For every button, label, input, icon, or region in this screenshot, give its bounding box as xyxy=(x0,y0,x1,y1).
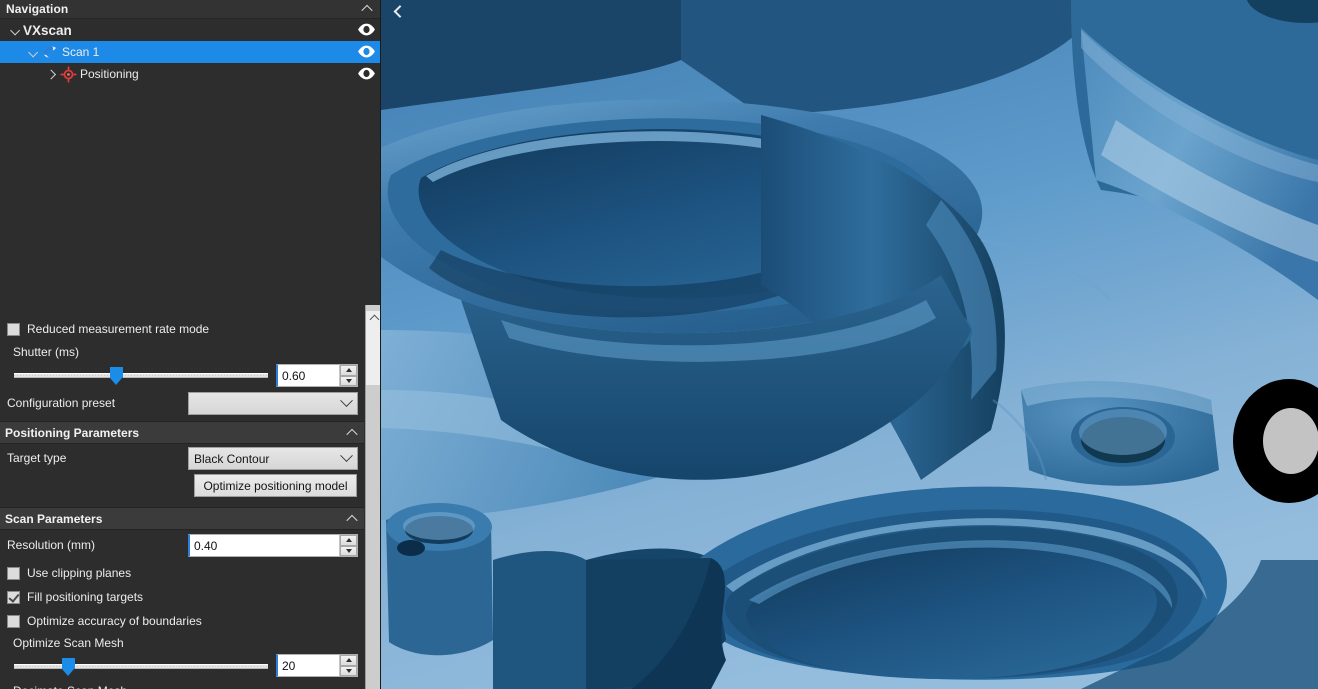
shutter-label: Shutter (ms) xyxy=(13,344,80,359)
optimize-scan-mesh-slider-handle[interactable] xyxy=(62,658,75,676)
resolution-step-down-button[interactable] xyxy=(340,545,357,556)
reduced-measurement-rate-checkbox[interactable] xyxy=(7,322,20,336)
optimize-scan-mesh-label: Optimize Scan Mesh xyxy=(13,636,124,650)
eye-icon[interactable] xyxy=(357,44,376,59)
optimize-accuracy-checkbox[interactable] xyxy=(7,614,20,628)
fill-positioning-targets-row[interactable]: Fill positioning targets xyxy=(0,585,364,609)
optimize-scan-mesh-slider-track[interactable] xyxy=(14,664,268,669)
parameters-content: Reduced measurement rate mode Shutter (m… xyxy=(0,305,364,689)
use-clipping-planes-checkbox[interactable] xyxy=(7,566,20,580)
chevron-down-icon[interactable] xyxy=(28,41,41,63)
shutter-stepper[interactable] xyxy=(339,365,357,386)
chevron-left-icon xyxy=(393,4,406,18)
optimize-positioning-row: Optimize positioning model xyxy=(0,474,364,507)
shutter-step-down-button[interactable] xyxy=(340,375,357,386)
chevron-down-icon[interactable] xyxy=(340,449,353,463)
configuration-preset-row: Configuration preset xyxy=(0,390,364,420)
tree-item-positioning[interactable]: Positioning xyxy=(0,63,380,85)
chevron-down-icon[interactable] xyxy=(10,19,23,41)
tree-item-scan-1-label: Scan 1 xyxy=(62,45,100,59)
shutter-step-up-button[interactable] xyxy=(340,365,357,376)
use-clipping-planes-label: Use clipping planes xyxy=(27,566,132,580)
navigation-header[interactable]: Navigation xyxy=(0,0,380,19)
vxelements-window: Navigation VXscan Scan 1 Positioning Red… xyxy=(0,0,1318,689)
positioning-parameters-header[interactable]: Positioning Parameters xyxy=(0,421,364,444)
positioning-parameters-title: Positioning Parameters xyxy=(5,425,140,440)
reduced-measurement-rate-row[interactable]: Reduced measurement rate mode xyxy=(0,317,364,341)
resolution-step-up-button[interactable] xyxy=(340,535,357,546)
shutter-value: 0.60 xyxy=(282,368,306,383)
tree-item-vxscan-label: VXscan xyxy=(23,22,72,38)
shutter-spinbox[interactable]: 0.60 xyxy=(276,364,358,387)
navigation-collapse-icon[interactable] xyxy=(360,2,374,17)
optimize-scan-mesh-step-down-button[interactable] xyxy=(340,665,357,676)
collapse-panel-button[interactable] xyxy=(389,2,407,20)
chevron-right-icon[interactable] xyxy=(46,63,59,85)
fill-positioning-targets-label: Fill positioning targets xyxy=(27,590,144,604)
resolution-row: Resolution (mm) 0.40 xyxy=(0,530,364,561)
scan-parameters-header[interactable]: Scan Parameters xyxy=(0,507,364,530)
3d-viewport[interactable] xyxy=(381,0,1318,689)
chevron-up-icon xyxy=(369,314,379,325)
scrollbar-thumb[interactable] xyxy=(366,311,380,385)
scan-mesh-icon xyxy=(41,43,59,61)
configuration-preset-label: Configuration preset xyxy=(7,396,116,410)
optimize-scan-mesh-step-up-button[interactable] xyxy=(340,655,357,666)
navigation-tree: VXscan Scan 1 Positioning xyxy=(0,19,380,305)
optimize-positioning-model-button[interactable]: Optimize positioning model xyxy=(194,474,357,497)
target-type-label: Target type xyxy=(7,451,67,465)
decimate-scan-mesh-label: Decimate Scan Mesh xyxy=(0,681,364,689)
optimize-scan-mesh-stepper[interactable] xyxy=(339,655,357,676)
use-clipping-planes-row[interactable]: Use clipping planes xyxy=(0,561,364,585)
resolution-value: 0.40 xyxy=(194,538,218,553)
tree-item-scan-1[interactable]: Scan 1 xyxy=(0,41,380,63)
target-type-value: Black Contour xyxy=(194,451,270,466)
shutter-slider-row: 0.60 xyxy=(0,362,364,390)
eye-icon[interactable] xyxy=(357,66,376,81)
shutter-slider-track[interactable] xyxy=(14,373,268,378)
configuration-preset-combobox[interactable] xyxy=(188,392,358,415)
target-type-row: Target type Black Contour xyxy=(0,444,364,474)
positioning-target-icon xyxy=(59,65,77,83)
optimize-accuracy-row[interactable]: Optimize accuracy of boundaries xyxy=(0,609,364,633)
optimize-scan-mesh-spinbox[interactable]: 20 xyxy=(276,654,358,677)
parameters-scrollbar[interactable] xyxy=(365,305,380,689)
reduced-measurement-rate-label: Reduced measurement rate mode xyxy=(27,322,210,336)
fill-positioning-targets-checkbox[interactable] xyxy=(7,590,20,604)
scan-parameters-title: Scan Parameters xyxy=(5,511,103,526)
optimize-accuracy-label: Optimize accuracy of boundaries xyxy=(27,614,202,628)
chevron-down-icon[interactable] xyxy=(340,394,353,408)
optimize-scan-mesh-slider-row: 20 xyxy=(0,653,364,681)
tree-item-positioning-label: Positioning xyxy=(80,67,139,81)
parameters-scroll-area: Reduced measurement rate mode Shutter (m… xyxy=(0,305,380,689)
target-type-combobox[interactable]: Black Contour xyxy=(188,447,358,470)
tree-item-vxscan[interactable]: VXscan xyxy=(0,19,380,41)
optimize-scan-mesh-value: 20 xyxy=(282,658,296,673)
scan-parameters-collapse-icon[interactable] xyxy=(346,514,358,526)
shutter-slider-handle[interactable] xyxy=(110,367,123,385)
navigation-title: Navigation xyxy=(6,2,69,16)
scanned-mesh-render xyxy=(381,0,1318,689)
left-dock-panel: Navigation VXscan Scan 1 Positioning Red… xyxy=(0,0,381,689)
resolution-stepper[interactable] xyxy=(339,535,357,556)
positioning-parameters-collapse-icon[interactable] xyxy=(346,428,358,440)
resolution-spinbox[interactable]: 0.40 xyxy=(188,534,358,557)
eye-icon[interactable] xyxy=(357,22,376,37)
resolution-label: Resolution (mm) xyxy=(7,538,96,552)
